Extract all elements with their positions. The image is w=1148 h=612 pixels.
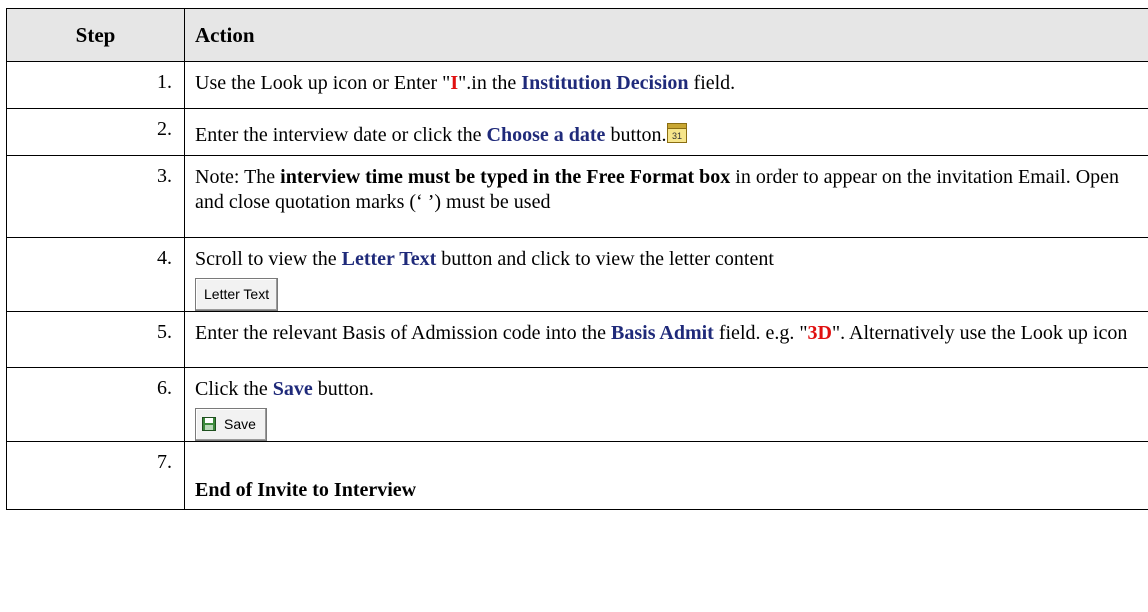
table-row: 5. Enter the relevant Basis of Admission… xyxy=(6,311,1148,368)
step-action: Click the Save button. xyxy=(195,377,1142,402)
step-number: 4. xyxy=(6,237,185,312)
instruction-text: field. xyxy=(688,72,736,94)
save-disk-icon xyxy=(202,414,216,431)
instruction-text: button. xyxy=(605,124,667,146)
calendar-icon-label: 31 xyxy=(672,131,682,141)
procedure-table: Step Action 1. Use the Look up icon or E… xyxy=(6,8,1148,510)
step-action-with-button: Scroll to view the Letter Text button an… xyxy=(184,237,1148,312)
step-action: Enter the interview date or click the Ch… xyxy=(195,124,667,146)
step-number: 2. xyxy=(6,108,185,156)
instruction-text: Note: The xyxy=(195,166,281,188)
step-action-with-button: Click the Save button. Save xyxy=(184,367,1148,442)
step-action: Use the Look up icon or Enter "I".in the… xyxy=(184,61,1148,109)
instruction-text: Scroll to view the xyxy=(195,248,342,270)
example-value: I xyxy=(450,72,459,94)
instruction-text: ". Alternatively use the Look up icon xyxy=(832,322,1128,344)
step-number: 5. xyxy=(6,311,185,368)
table-row: 2. Enter the interview date or click the… xyxy=(6,108,1148,156)
instruction-text: field. e.g. " xyxy=(713,322,808,344)
field-name-highlight: Institution Decision xyxy=(521,72,689,94)
table-row: 4. Scroll to view the Letter Text button… xyxy=(6,237,1148,312)
step-number: 3. xyxy=(6,155,185,238)
table-row: 1. Use the Look up icon or Enter "I".in … xyxy=(6,61,1148,109)
save-button[interactable]: Save xyxy=(195,408,267,441)
step-action: Enter the relevant Basis of Admission co… xyxy=(184,311,1148,368)
end-of-procedure-text: End of Invite to Interview xyxy=(195,479,417,501)
step-action-with-calendar: Enter the interview date or click the Ch… xyxy=(184,108,1148,156)
instruction-text: Enter the relevant Basis of Admission co… xyxy=(195,322,612,344)
step-number: 6. xyxy=(6,367,185,442)
action-column-header: Action xyxy=(184,8,1148,62)
step-number: 7. xyxy=(6,441,185,510)
step-action-end: End of Invite to Interview xyxy=(184,441,1148,510)
emphasis-text: interview time must be typed in the Free… xyxy=(280,166,731,188)
instruction-text: Use the Look up icon or Enter " xyxy=(195,72,451,94)
step-action: Note: The interview time must be typed i… xyxy=(184,155,1148,238)
save-button-label: Save xyxy=(224,416,256,432)
instruction-text: Click the xyxy=(195,378,273,400)
field-name-highlight: Choose a date xyxy=(486,124,606,146)
example-value: 3D xyxy=(807,322,832,344)
instruction-text: button. xyxy=(312,378,374,400)
instruction-text: ".in the xyxy=(458,72,522,94)
table-row: 6. Click the Save button. Save xyxy=(6,367,1148,442)
table-row: 3. Note: The interview time must be type… xyxy=(6,155,1148,238)
step-column-header: Step xyxy=(6,8,185,62)
instruction-text: button and click to view the letter cont… xyxy=(436,248,774,270)
table-row: 7. End of Invite to Interview xyxy=(6,441,1148,510)
step-number: 1. xyxy=(6,61,185,109)
letter-text-button[interactable]: Letter Text xyxy=(195,278,279,311)
calendar-icon[interactable]: 31 xyxy=(666,123,687,143)
instruction-text: Enter the interview date or click the xyxy=(195,124,487,146)
field-name-highlight: Basis Admit xyxy=(611,322,714,344)
step-action: Scroll to view the Letter Text button an… xyxy=(195,247,1142,272)
field-name-highlight: Letter Text xyxy=(341,248,437,270)
table-header-row: Step Action xyxy=(6,8,1148,62)
field-name-highlight: Save xyxy=(272,378,313,400)
